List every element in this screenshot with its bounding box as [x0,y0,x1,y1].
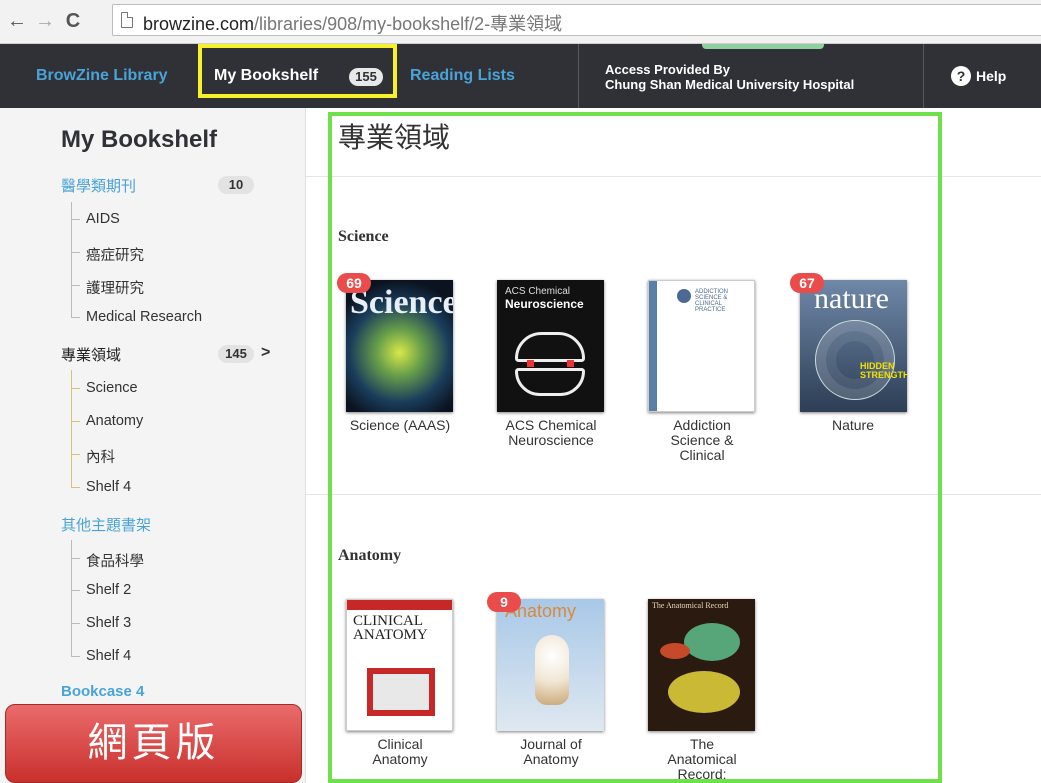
nav-reading-lists[interactable]: Reading Lists [410,67,515,85]
sidebar-title: My Bookshelf [61,126,218,153]
shelf-item[interactable]: AIDS [86,211,120,227]
page-icon [121,12,133,28]
content-highlight-box [328,112,942,783]
tree-tick [71,590,80,591]
shelf-item[interactable]: 內科 [86,446,115,467]
shelf-count-badge: 145 [218,345,254,363]
nav-my-bookshelf[interactable]: My Bookshelf [214,67,318,85]
shelf-item[interactable]: Shelf 2 [86,582,131,598]
url-path: /libraries/908/my-bookshelf/2-專業領域 [254,14,563,34]
tree-tick [71,285,80,286]
shelf-item[interactable]: 護理研究 [86,277,144,298]
shelf-item[interactable]: Science [86,380,138,396]
shelf-group-other[interactable]: 其他主題書架 [61,514,151,535]
shelf-item[interactable]: 癌症研究 [86,244,144,265]
access-provided-by: Access Provided By Chung Shan Medical Un… [605,62,854,92]
back-arrow-icon[interactable]: ← [6,10,28,32]
help-icon[interactable]: ? [951,66,971,86]
address-bar[interactable]: browzine.com/libraries/908/my-bookshelf/… [112,4,1041,36]
shelf-group-medical[interactable]: 醫學類期刊 [61,175,136,196]
tree-tick [71,252,80,253]
browser-chrome: ← → C browzine.com/libraries/908/my-book… [0,0,1041,44]
topbar-accent [702,44,824,49]
shelf-item[interactable]: Shelf 4 [86,479,131,495]
nav-browzine-library[interactable]: BrowZine Library [36,67,168,85]
tree-tick [71,388,80,389]
shelf-group-professional[interactable]: 專業領域 [61,344,121,365]
url-text: browzine.com/libraries/908/my-bookshelf/… [143,10,562,36]
shelf-item[interactable]: Shelf 4 [86,648,131,664]
shelf-item[interactable]: Medical Research [86,309,202,325]
chevron-right-icon: > [261,344,271,361]
tree-tick [71,454,80,455]
bookshelf-count-badge: 155 [349,68,383,86]
help-link[interactable]: Help [976,68,1006,84]
tree-tick [71,558,80,559]
forward-arrow-icon[interactable]: → [34,10,56,32]
reload-icon[interactable]: C [62,10,84,32]
web-version-label: 網頁版 [5,704,302,783]
topbar-divider [923,44,924,108]
access-line-2: Chung Shan Medical University Hospital [605,77,855,92]
url-domain: browzine.com [143,14,255,34]
sidebar: My Bookshelf 醫學類期刊 10 AIDS 癌症研究 護理研究 Med… [0,108,306,783]
tree-tick [71,623,80,624]
tree-tick [71,656,80,657]
shelf-item[interactable]: Shelf 3 [86,615,131,631]
shelf-item[interactable]: 食品科學 [86,550,144,571]
tree-tick [71,421,80,422]
shelf-item[interactable]: Anatomy [86,413,143,429]
access-line-1: Access Provided By [605,62,731,77]
bookcase-link[interactable]: Bookcase 4 [61,683,144,700]
tree-tick [71,487,80,488]
tree-tick [71,219,80,220]
tree-tick [71,317,80,318]
topbar-divider [578,44,579,108]
shelf-count-badge: 10 [218,176,254,194]
